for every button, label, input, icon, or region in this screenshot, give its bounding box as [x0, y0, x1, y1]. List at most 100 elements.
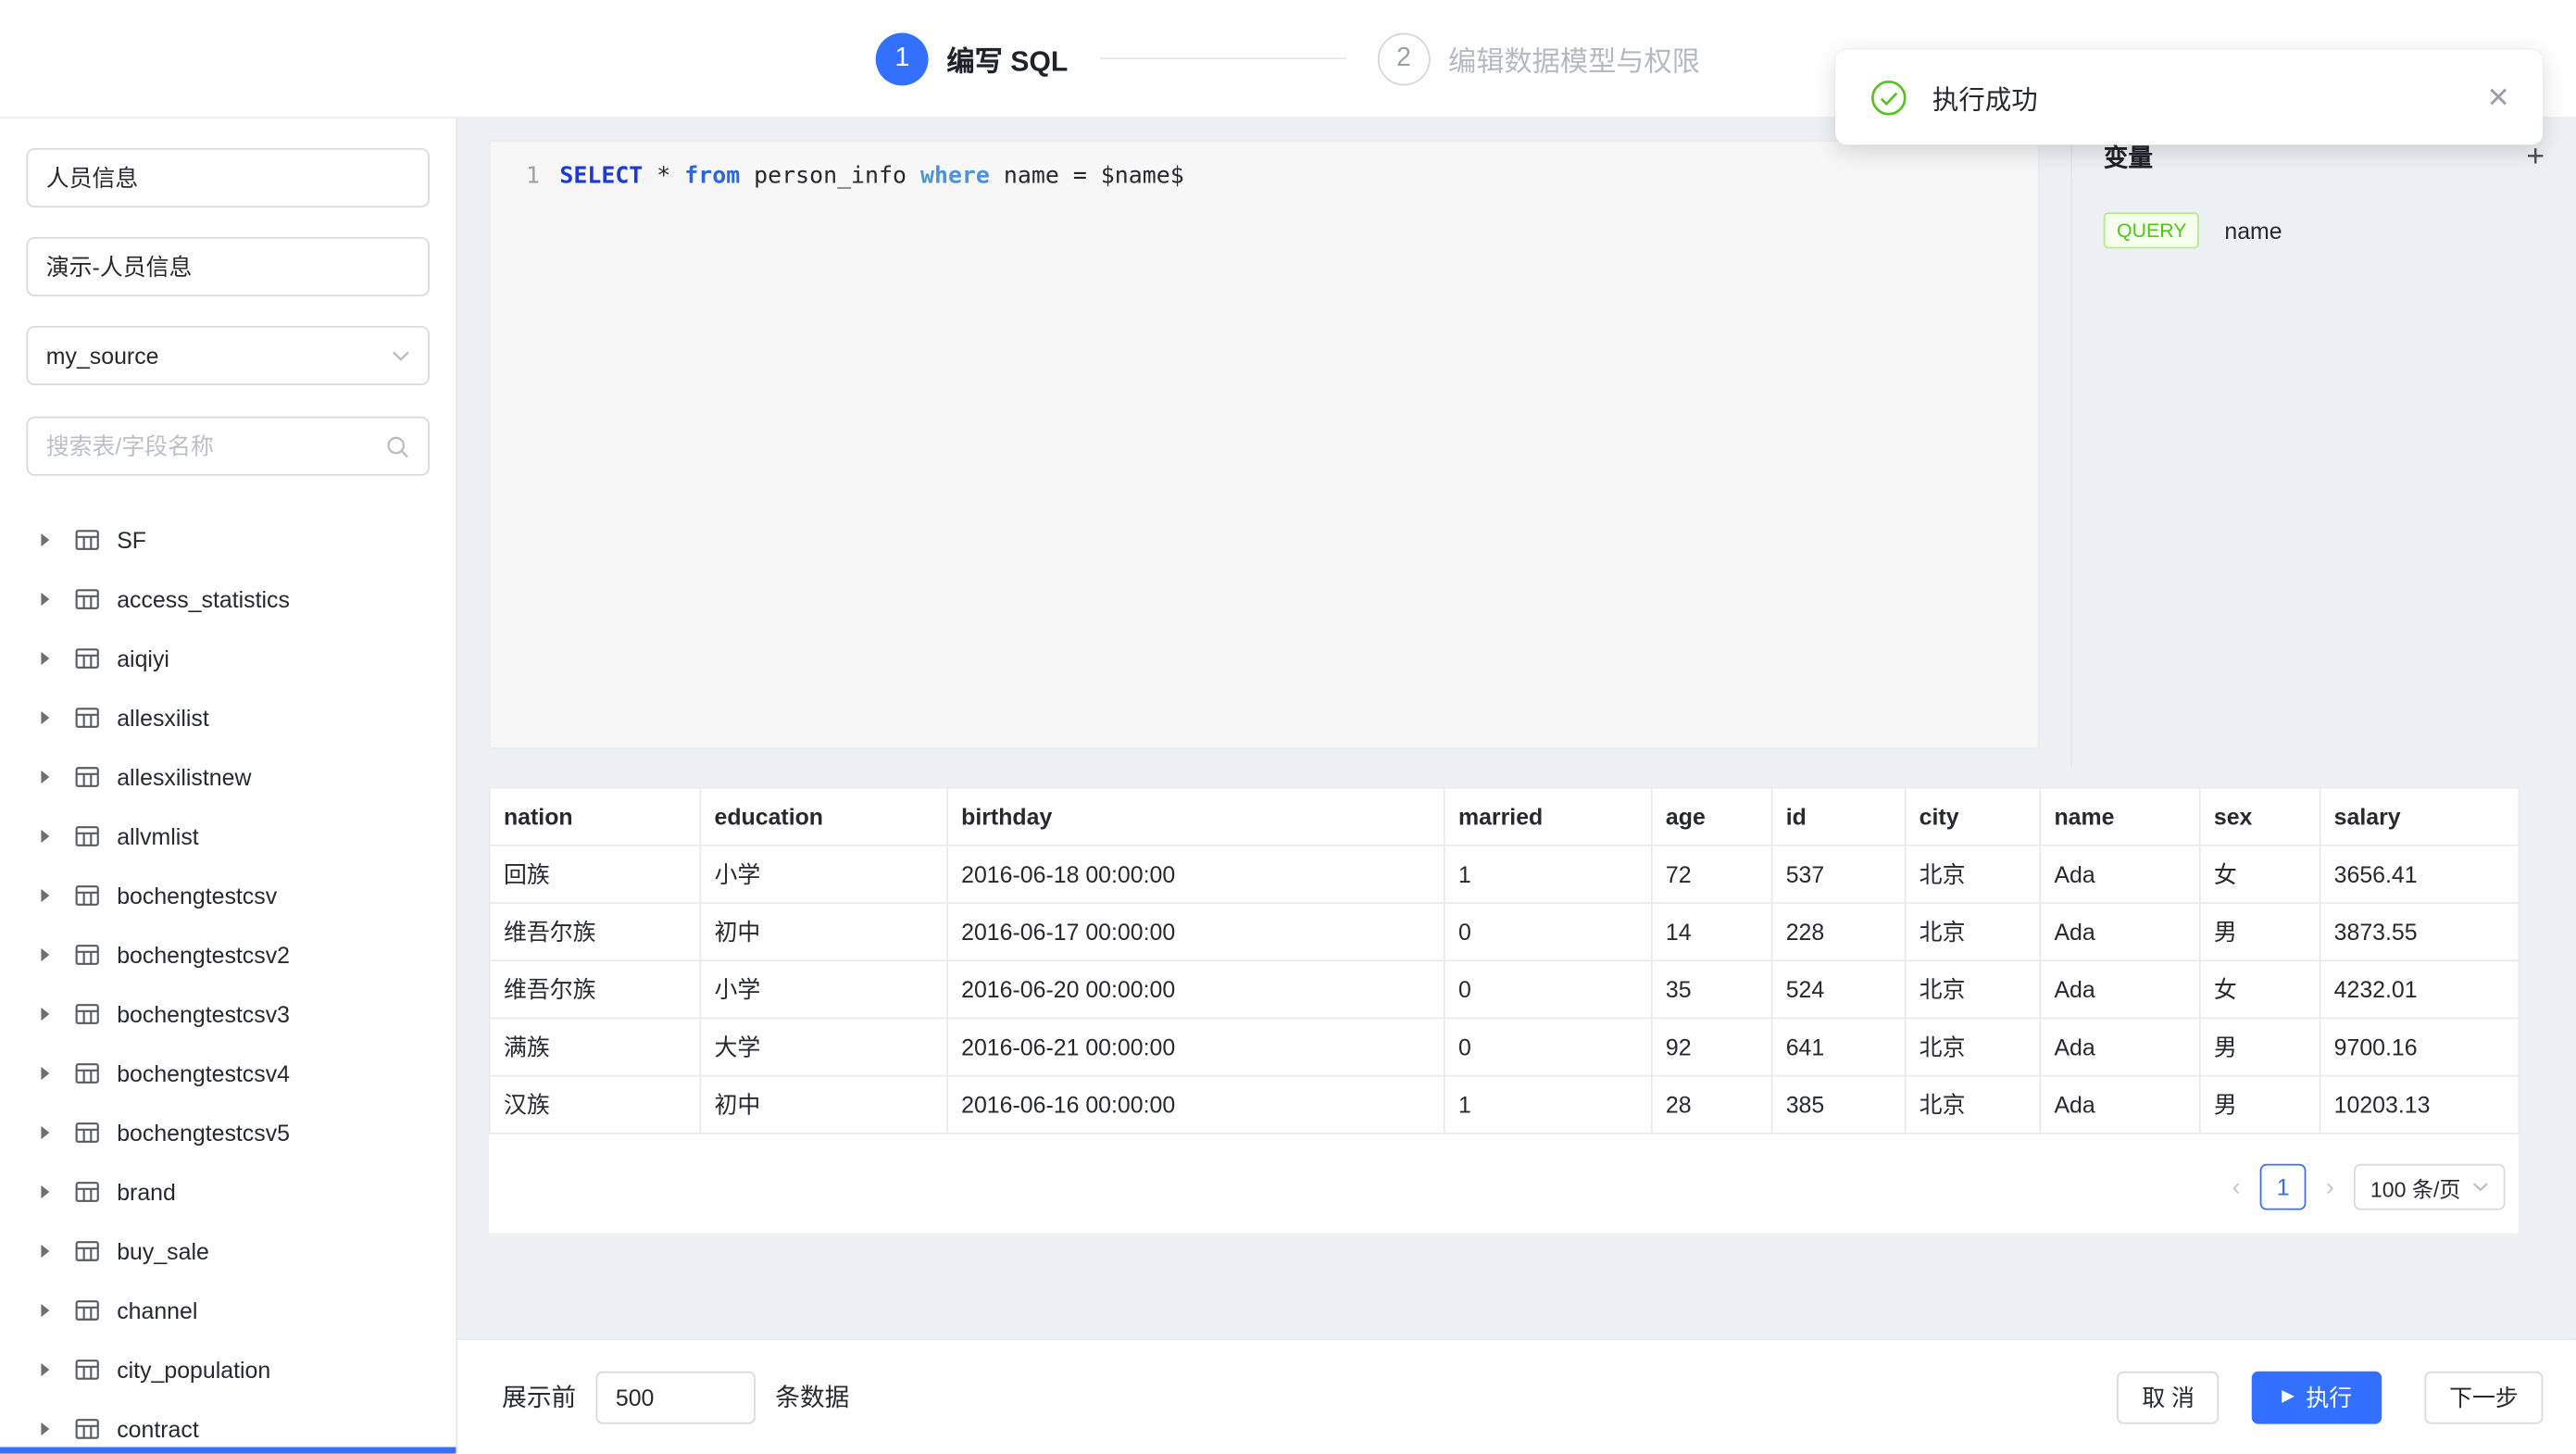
next-page-icon[interactable]: › [2322, 1174, 2337, 1199]
prev-page-icon[interactable]: ‹ [2229, 1174, 2244, 1199]
table-icon [74, 705, 100, 731]
caret-right-icon[interactable] [41, 711, 49, 724]
step-1-write-sql[interactable]: 1 编写 SQL [876, 32, 1068, 85]
variables-header: 变量 + [2104, 140, 2545, 174]
tree-item-bochengtestcsv3[interactable]: bochengtestcsv3 [0, 984, 456, 1044]
tree-item-city_population[interactable]: city_population [0, 1340, 456, 1399]
table-row: 满族大学2016-06-21 00:00:00092641北京Ada男9700.… [490, 1018, 2520, 1075]
table-cell: 满族 [490, 1018, 701, 1075]
tree-item-bochengtestcsv[interactable]: bochengtestcsv [0, 866, 456, 925]
caret-right-icon[interactable] [41, 593, 49, 606]
next-step-button[interactable]: 下一步 [2424, 1371, 2543, 1423]
table-cell: 北京 [1906, 960, 2041, 1018]
table-body: 回族小学2016-06-18 00:00:00172537北京Ada女3656.… [490, 846, 2520, 1134]
table-cell: 2016-06-21 00:00:00 [947, 1018, 1444, 1075]
close-icon[interactable]: ✕ [2487, 83, 2510, 111]
tree-item-buy_sale[interactable]: buy_sale [0, 1222, 456, 1281]
caret-right-icon[interactable] [41, 830, 49, 843]
sidebar-scrollbar[interactable] [0, 1448, 456, 1454]
table-icon [74, 1179, 100, 1205]
caret-right-icon[interactable] [41, 1363, 49, 1376]
sql-editor[interactable]: 1 SELECT * from person_info where name =… [489, 140, 2039, 749]
caret-right-icon[interactable] [41, 1245, 49, 1258]
cancel-button[interactable]: 取 消 [2118, 1371, 2220, 1423]
table-icon [74, 764, 100, 790]
tree-item-channel[interactable]: channel [0, 1281, 456, 1340]
table-cell: 385 [1772, 1076, 1906, 1134]
tree-item-bochengtestcsv2[interactable]: bochengtestcsv2 [0, 925, 456, 984]
table-icon [74, 1120, 100, 1146]
tree-item-bochengtestcsv4[interactable]: bochengtestcsv4 [0, 1044, 456, 1103]
caret-right-icon[interactable] [41, 948, 49, 961]
table-cell: 228 [1772, 903, 1906, 960]
column-header-id: id [1772, 788, 1906, 846]
table-cell: Ada [2040, 1076, 2199, 1134]
tree-item-brand[interactable]: brand [0, 1162, 456, 1222]
caret-right-icon[interactable] [41, 1067, 49, 1080]
row-limit-input[interactable] [596, 1371, 756, 1423]
tree-item-label: SF [117, 527, 146, 553]
tree-item-allesxilist[interactable]: allesxilist [0, 688, 456, 747]
chevron-down-icon [392, 350, 410, 361]
sql-code-row: 1 SELECT * from person_info where name =… [491, 159, 2038, 193]
variable-type-tag: QUERY [2104, 212, 2200, 248]
variables-panel: 变量 + QUERY name [2070, 119, 2576, 767]
tree-item-aiqiyi[interactable]: aiqiyi [0, 629, 456, 688]
caret-right-icon[interactable] [41, 1423, 49, 1435]
table-icon [74, 942, 100, 968]
success-icon [1869, 78, 1907, 116]
caret-right-icon[interactable] [41, 889, 49, 902]
table-cell: 男 [2200, 1018, 2320, 1075]
table-cell: 北京 [1906, 1076, 2041, 1134]
tree-item-allesxilistnew[interactable]: allesxilistnew [0, 747, 456, 807]
caret-right-icon[interactable] [41, 1126, 49, 1139]
table-cell: 72 [1652, 846, 1772, 903]
table-cell: 女 [2200, 846, 2320, 903]
table-cell: 2016-06-20 00:00:00 [947, 960, 1444, 1018]
table-cell: 维吾尔族 [490, 903, 701, 960]
column-header-city: city [1906, 788, 2041, 846]
tree-item-allvmlist[interactable]: allvmlist [0, 807, 456, 866]
caret-right-icon[interactable] [41, 771, 49, 783]
add-variable-icon[interactable]: + [2526, 142, 2545, 173]
tree-item-contract[interactable]: contract [0, 1399, 456, 1454]
table-cell: 维吾尔族 [490, 960, 701, 1018]
datasource-select[interactable]: my_source [26, 326, 430, 385]
main-area: 1 SELECT * from person_info where name =… [457, 119, 2576, 1454]
caret-right-icon[interactable] [41, 533, 49, 546]
step-2-edit-model[interactable]: 2 编辑数据模型与权限 [1378, 32, 1700, 85]
caret-right-icon[interactable] [41, 1008, 49, 1021]
execute-button[interactable]: ▶ 执行 [2252, 1371, 2382, 1423]
tree-item-access_statistics[interactable]: access_statistics [0, 570, 456, 629]
tree-item-label: bochengtestcsv2 [117, 942, 290, 968]
page-size-select[interactable]: 100 条/页 [2354, 1164, 2505, 1210]
tree-item-label: contract [117, 1416, 199, 1442]
table-cell: 28 [1652, 1076, 1772, 1134]
table-cell: 10203.13 [2320, 1076, 2520, 1134]
table-cell: 大学 [700, 1018, 947, 1075]
current-page-button[interactable]: 1 [2260, 1164, 2307, 1210]
caret-right-icon[interactable] [41, 1185, 49, 1198]
table-icon [74, 646, 100, 671]
variables-title: 变量 [2104, 140, 2153, 174]
table-cell: 0 [1444, 960, 1652, 1018]
sql-token: where [920, 163, 990, 189]
footer-bar: 展示前 条数据 取 消 ▶ 执行 下一步 [457, 1338, 2576, 1453]
sidebar: my_source SFaccess_statisticsaiqiyialles… [0, 119, 457, 1454]
tree-item-bochengtestcsv5[interactable]: bochengtestcsv5 [0, 1103, 456, 1162]
variable-item[interactable]: QUERY name [2104, 212, 2545, 248]
table-cell: 小学 [700, 960, 947, 1018]
table-tree: SF access_statisticsaiqiyiallesxilistalle… [0, 510, 456, 1454]
dataset-display-name-input[interactable] [26, 237, 430, 296]
tree-item-SF[interactable]: SF [0, 510, 456, 570]
table-cell: 北京 [1906, 903, 2041, 960]
table-icon [74, 1238, 100, 1264]
caret-right-icon[interactable] [41, 1304, 49, 1317]
search-input[interactable] [46, 433, 385, 459]
sql-token: * [643, 163, 684, 189]
column-header-sex: sex [2200, 788, 2320, 846]
caret-right-icon[interactable] [41, 652, 49, 665]
page-size-value: 100 条/页 [2370, 1172, 2461, 1203]
sql-code-line: SELECT * from person_info where name = $… [559, 159, 1183, 193]
dataset-name-input[interactable] [26, 148, 430, 207]
